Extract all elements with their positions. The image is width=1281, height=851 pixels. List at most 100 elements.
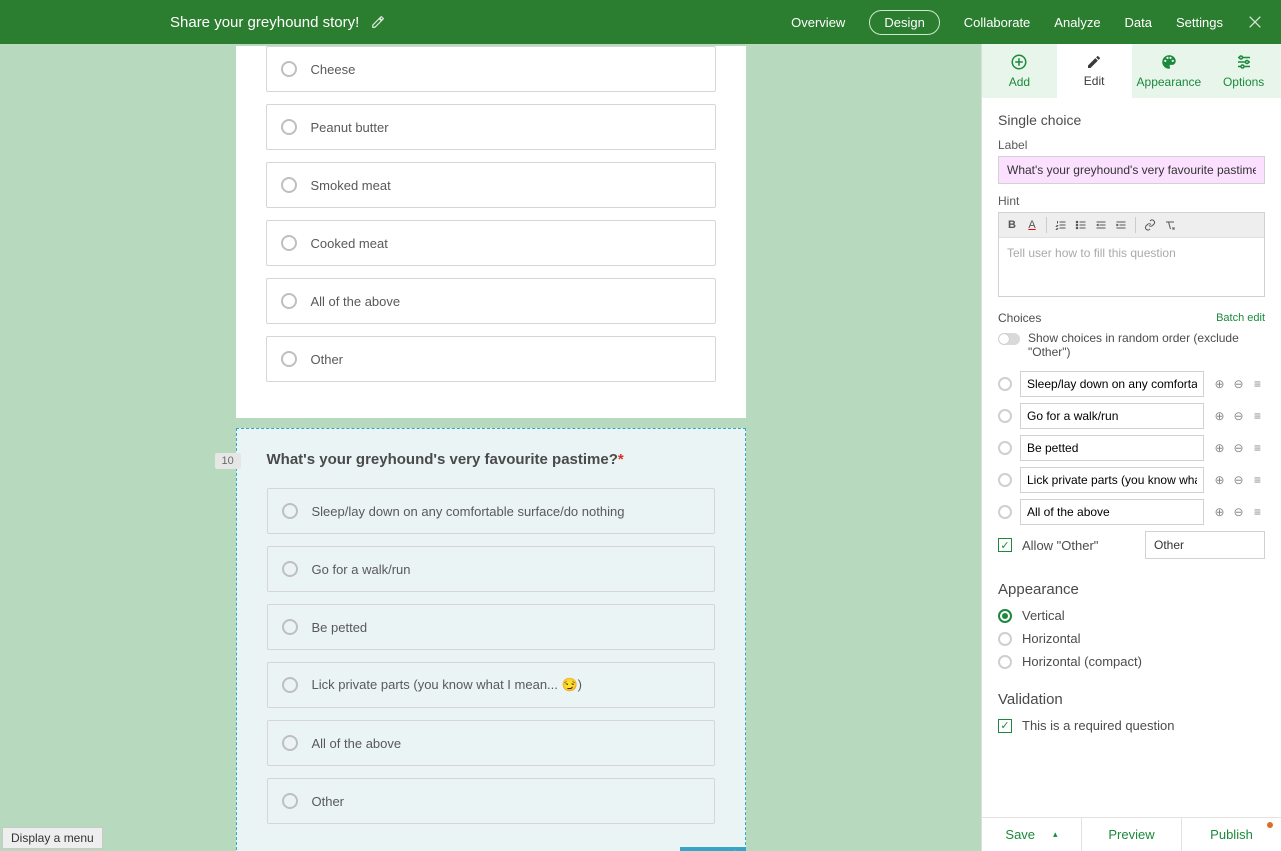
tab-appearance[interactable]: Appearance	[1132, 44, 1207, 98]
radio-icon	[281, 293, 297, 309]
close-icon[interactable]	[680, 847, 702, 851]
tools-icon[interactable]	[1247, 14, 1263, 30]
remove-choice-icon[interactable]: ⊖	[1231, 377, 1246, 392]
random-order-toggle-row[interactable]: Show choices in random order (exclude "O…	[998, 331, 1265, 359]
required-checkbox[interactable]: ✓	[998, 719, 1012, 733]
ul-icon[interactable]	[1072, 216, 1090, 234]
required-label: This is a required question	[1022, 718, 1174, 733]
drag-handle-icon[interactable]: ≡	[1250, 377, 1265, 392]
choice-option[interactable]: Other	[267, 778, 715, 824]
choice-input[interactable]	[1020, 499, 1204, 525]
drag-handle-icon[interactable]: ≡	[1250, 409, 1265, 424]
remove-choice-icon[interactable]: ⊖	[1231, 441, 1246, 456]
add-choice-icon[interactable]: ⊕	[1212, 505, 1227, 520]
drag-handle-icon[interactable]: ≡	[1250, 473, 1265, 488]
indent-icon[interactable]	[1112, 216, 1130, 234]
nav-data[interactable]: Data	[1125, 15, 1152, 30]
side-panel-body[interactable]: Single choice Label Hint B A	[982, 98, 1281, 817]
drag-handle-icon[interactable]: ≡	[1250, 441, 1265, 456]
appearance-horizontal-label: Horizontal	[1022, 631, 1081, 646]
question-label-text: What's your greyhound's very favourite p…	[267, 451, 618, 468]
publish-label: Publish	[1210, 827, 1253, 842]
main-layout: Cheese Peanut butter Smoked meat Cooked …	[0, 44, 1281, 851]
side-panel: Add Edit Appearance Options	[981, 44, 1281, 851]
nav-design[interactable]: Design	[869, 10, 939, 35]
publish-button[interactable]: Publish	[1181, 818, 1281, 851]
radio-empty-icon	[998, 632, 1012, 646]
add-choice-icon[interactable]: ⊕	[1212, 377, 1227, 392]
question-type-title: Single choice	[998, 112, 1265, 128]
choice-option[interactable]: Peanut butter	[266, 104, 716, 150]
choice-input[interactable]	[1020, 403, 1204, 429]
allow-other-label: Allow "Other"	[1022, 538, 1098, 553]
choice-input[interactable]	[1020, 435, 1204, 461]
choice-option[interactable]: All of the above	[267, 720, 715, 766]
allow-other-checkbox[interactable]: ✓	[998, 538, 1012, 552]
choice-option[interactable]: Cooked meat	[266, 220, 716, 266]
appearance-horizontal[interactable]: Horizontal	[998, 631, 1265, 646]
validation-required-row[interactable]: ✓ This is a required question	[998, 718, 1265, 733]
appearance-group: Appearance Vertical Horizontal Horizonta…	[998, 581, 1265, 669]
remove-choice-icon[interactable]: ⊖	[1231, 409, 1246, 424]
hint-field-label: Hint	[998, 194, 1265, 208]
random-order-label: Show choices in random order (exclude "O…	[1028, 331, 1265, 359]
bottom-bar: Save ▴ Preview Publish	[982, 817, 1281, 851]
nav-overview[interactable]: Overview	[791, 15, 845, 30]
choice-option[interactable]: All of the above	[266, 278, 716, 324]
add-choice-icon[interactable]: ⊕	[1212, 409, 1227, 424]
appearance-title: Appearance	[998, 581, 1265, 598]
remove-choice-icon[interactable]: ⊖	[1231, 473, 1246, 488]
font-color-icon[interactable]: A	[1023, 216, 1041, 234]
radio-icon	[998, 377, 1012, 391]
survey-title-wrap: Share your greyhound story!	[170, 14, 385, 31]
preview-button[interactable]: Preview	[1081, 818, 1181, 851]
batch-edit-link[interactable]: Batch edit	[1216, 312, 1265, 324]
radio-icon	[281, 177, 297, 193]
plus-circle-icon	[1010, 53, 1028, 71]
unsaved-indicator-icon	[1267, 822, 1273, 828]
nav-collaborate[interactable]: Collaborate	[964, 15, 1031, 30]
tab-edit[interactable]: Edit	[1057, 44, 1132, 98]
radio-icon	[281, 351, 297, 367]
choice-input[interactable]	[1020, 467, 1204, 493]
drag-handle-icon[interactable]: ≡	[1250, 505, 1265, 520]
choice-option[interactable]: Other	[266, 336, 716, 382]
selected-question-block[interactable]: 10 What's your greyhound's very favourit…	[236, 428, 746, 851]
nav-settings[interactable]: Settings	[1176, 15, 1223, 30]
link-icon[interactable]	[1141, 216, 1159, 234]
appearance-horizontal-compact[interactable]: Horizontal (compact)	[998, 654, 1265, 669]
clear-format-icon[interactable]	[1161, 216, 1179, 234]
question-label: What's your greyhound's very favourite p…	[267, 451, 715, 468]
remove-choice-icon[interactable]: ⊖	[1231, 505, 1246, 520]
edit-title-icon[interactable]	[371, 15, 385, 29]
label-field-label: Label	[998, 138, 1265, 152]
add-choice-icon[interactable]: ⊕	[1212, 473, 1227, 488]
caret-up-icon[interactable]: ▴	[1053, 829, 1058, 840]
choice-option[interactable]: Sleep/lay down on any comfortable surfac…	[267, 488, 715, 534]
duplicate-icon[interactable]	[702, 847, 724, 851]
choice-label: All of the above	[312, 736, 402, 751]
outdent-icon[interactable]	[1092, 216, 1110, 234]
allow-other-input[interactable]	[1145, 531, 1265, 559]
label-input[interactable]	[998, 156, 1265, 184]
choice-label: Other	[311, 352, 344, 367]
choice-input[interactable]	[1020, 371, 1204, 397]
choice-option[interactable]: Cheese	[266, 46, 716, 92]
save-button[interactable]: Save ▴	[982, 818, 1081, 851]
tab-options[interactable]: Options	[1206, 44, 1281, 98]
add-choice-icon[interactable]: ⊕	[1212, 441, 1227, 456]
ol-icon[interactable]	[1052, 216, 1070, 234]
choice-option[interactable]: Smoked meat	[266, 162, 716, 208]
nav-analyze[interactable]: Analyze	[1054, 15, 1100, 30]
save-label: Save	[1005, 827, 1035, 842]
toggle-icon[interactable]	[998, 333, 1020, 345]
status-hint-box: Display a menu	[2, 827, 103, 849]
choice-option[interactable]: Be petted	[267, 604, 715, 650]
choice-option[interactable]: Go for a walk/run	[267, 546, 715, 592]
hint-textarea[interactable]: Tell user how to fill this question	[999, 238, 1264, 296]
bold-icon[interactable]: B	[1003, 216, 1021, 234]
tab-add[interactable]: Add	[982, 44, 1057, 98]
choice-option[interactable]: Lick private parts (you know what I mean…	[267, 662, 715, 708]
appearance-vertical[interactable]: Vertical	[998, 608, 1265, 623]
move-icon[interactable]	[724, 847, 746, 851]
